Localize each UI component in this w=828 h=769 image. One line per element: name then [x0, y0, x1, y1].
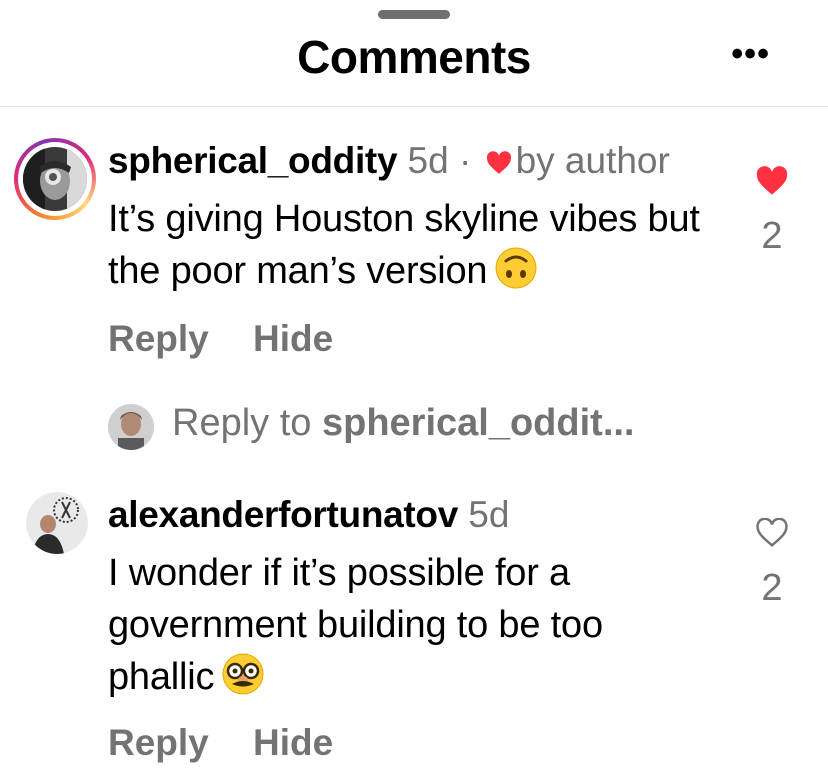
disguised-face-icon [222, 653, 264, 709]
reply-to-username: spherical_oddit... [321, 402, 635, 444]
comment-time: 5d [468, 494, 510, 535]
comment-username[interactable]: alexanderfortunatov [108, 494, 458, 535]
author-liked-heart-icon [486, 142, 512, 184]
like-column: 2 [742, 166, 802, 258]
comment-username[interactable]: spherical_oddity [108, 140, 398, 181]
comment-meta: spherical_oddity 5d · by author [108, 140, 670, 184]
like-count: 2 [761, 567, 783, 609]
avatar [108, 404, 154, 450]
reply-to-label: Reply to [172, 402, 312, 444]
story-ring[interactable] [14, 138, 96, 220]
comment-meta: alexanderfortunatov 5d [108, 494, 509, 536]
more-options-icon[interactable]: ••• [731, 37, 770, 71]
avatar[interactable] [26, 492, 88, 554]
hide-button[interactable]: Hide [253, 318, 333, 359]
reply-button[interactable]: Reply [108, 318, 209, 359]
comment-text: It’s giving Houston skyline vibes but th… [108, 193, 718, 303]
upside-down-face-icon [495, 247, 537, 303]
meta-separator: · [458, 140, 472, 181]
comment-actions: Reply Hide [108, 318, 367, 360]
page-title: Comments [297, 31, 531, 83]
liked-by-author-label: by author [515, 140, 670, 181]
avatar[interactable] [23, 147, 87, 211]
like-heart-icon[interactable] [742, 166, 802, 201]
comment-actions: Reply Hide [108, 722, 367, 764]
comment-time: 5d [407, 140, 449, 181]
sheet-grabber[interactable] [378, 10, 450, 19]
like-count: 2 [761, 215, 783, 257]
header-divider [0, 106, 828, 107]
comment-text: I wonder if it’s possible for a governme… [108, 547, 718, 709]
like-heart-outline-icon[interactable] [742, 517, 802, 553]
hide-button[interactable]: Hide [253, 722, 333, 763]
comments-sheet: Comments ••• spherical_oddity 5d · by au… [0, 0, 828, 769]
like-column: 2 [742, 517, 802, 610]
reply-button[interactable]: Reply [108, 722, 209, 763]
